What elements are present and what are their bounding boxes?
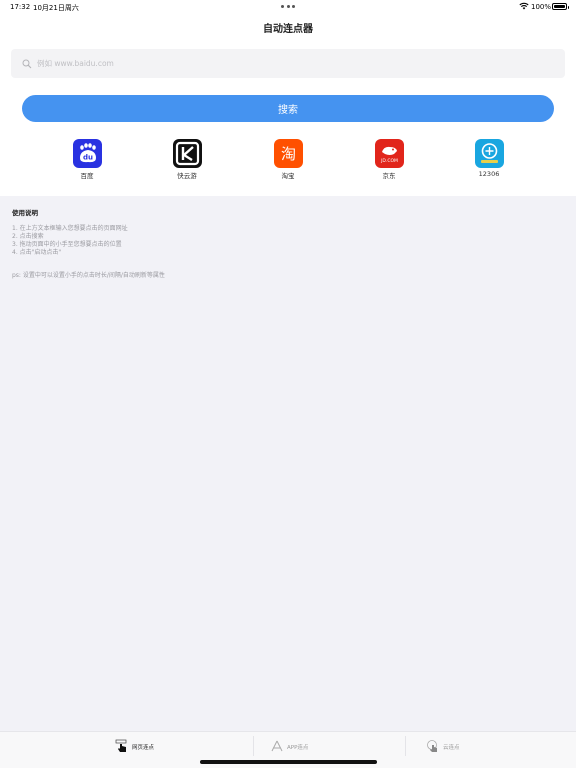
- shortcut-jd[interactable]: JD.COM 京东: [359, 139, 419, 180]
- battery-icon: [552, 3, 569, 10]
- shortcut-label: 京东: [382, 172, 396, 180]
- instructions-steps: 1. 在上方文本框输入您想要点击的页面网址 2. 点击搜索 3. 拖动页面中的小…: [12, 225, 562, 257]
- tab-label: APP连点: [287, 745, 309, 751]
- search-button[interactable]: 搜索: [22, 95, 554, 122]
- svg-text:JD.COM: JD.COM: [380, 158, 398, 164]
- status-date: 10月21日周六: [33, 4, 79, 12]
- instructions-heading: 使用说明: [12, 209, 38, 217]
- url-input[interactable]: [37, 59, 537, 68]
- app-store-icon: [270, 738, 284, 757]
- shortcut-list: du 百度 快云游 淘 淘宝 JD.COM 京东 12306: [0, 139, 576, 183]
- hand-tap-icon: [115, 738, 129, 757]
- search-icon: [22, 59, 32, 69]
- tab-web-tap[interactable]: 网页连点: [115, 738, 154, 756]
- shortcut-label: 快云游: [177, 172, 197, 180]
- baidu-icon: du: [72, 139, 102, 168]
- shortcut-12306[interactable]: 12306: [459, 139, 519, 178]
- status-bar: 17:32 10月21日周六 100%: [0, 0, 576, 14]
- status-time: 17:32: [10, 3, 31, 11]
- tab-label: 网页连点: [132, 745, 155, 751]
- tab-cloud-tap[interactable]: 云连点: [426, 738, 460, 756]
- tab-label: 云连点: [443, 745, 460, 751]
- url-search-field[interactable]: [11, 49, 565, 78]
- railway-12306-icon: [474, 139, 504, 168]
- cloud-tap-icon: [426, 738, 440, 757]
- page-title: 自动连点器: [263, 24, 313, 35]
- shortcut-label: 百度: [80, 172, 94, 180]
- battery-percentage: 100%: [531, 3, 552, 11]
- kuaiyun-icon: [172, 139, 202, 168]
- svg-text:淘: 淘: [280, 145, 295, 163]
- shortcut-label: 淘宝: [281, 172, 295, 180]
- tab-app-tap[interactable]: APP连点: [270, 738, 308, 756]
- tab-divider: [405, 736, 406, 756]
- instructions-ps-note: ps: 设置中可以设置小手的点击时长/间隔/自动刷新等属性: [12, 272, 165, 279]
- svg-text:du: du: [83, 154, 93, 162]
- tab-divider: [253, 736, 254, 756]
- jd-icon: JD.COM: [374, 139, 404, 168]
- instructions-section: 使用说明 1. 在上方文本框输入您想要点击的页面网址 2. 点击搜索 3. 拖动…: [12, 207, 562, 279]
- instruction-step: 3. 拖动页面中的小手至您想要点击的位置: [12, 241, 122, 248]
- wifi-icon: [519, 2, 529, 10]
- multitasking-dots-icon[interactable]: [281, 5, 295, 8]
- home-indicator[interactable]: [200, 760, 377, 764]
- instruction-step: 4. 点击"启动点击": [12, 249, 62, 256]
- shortcut-label: 12306: [478, 170, 500, 178]
- taobao-icon: 淘: [273, 139, 303, 168]
- shortcut-baidu[interactable]: du 百度: [57, 139, 117, 180]
- instruction-step: 2. 点击搜索: [12, 233, 44, 240]
- shortcut-kuaiyun[interactable]: 快云游: [157, 139, 217, 180]
- shortcut-taobao[interactable]: 淘 淘宝: [258, 139, 318, 180]
- instruction-step: 1. 在上方文本框输入您想要点击的页面网址: [12, 225, 128, 232]
